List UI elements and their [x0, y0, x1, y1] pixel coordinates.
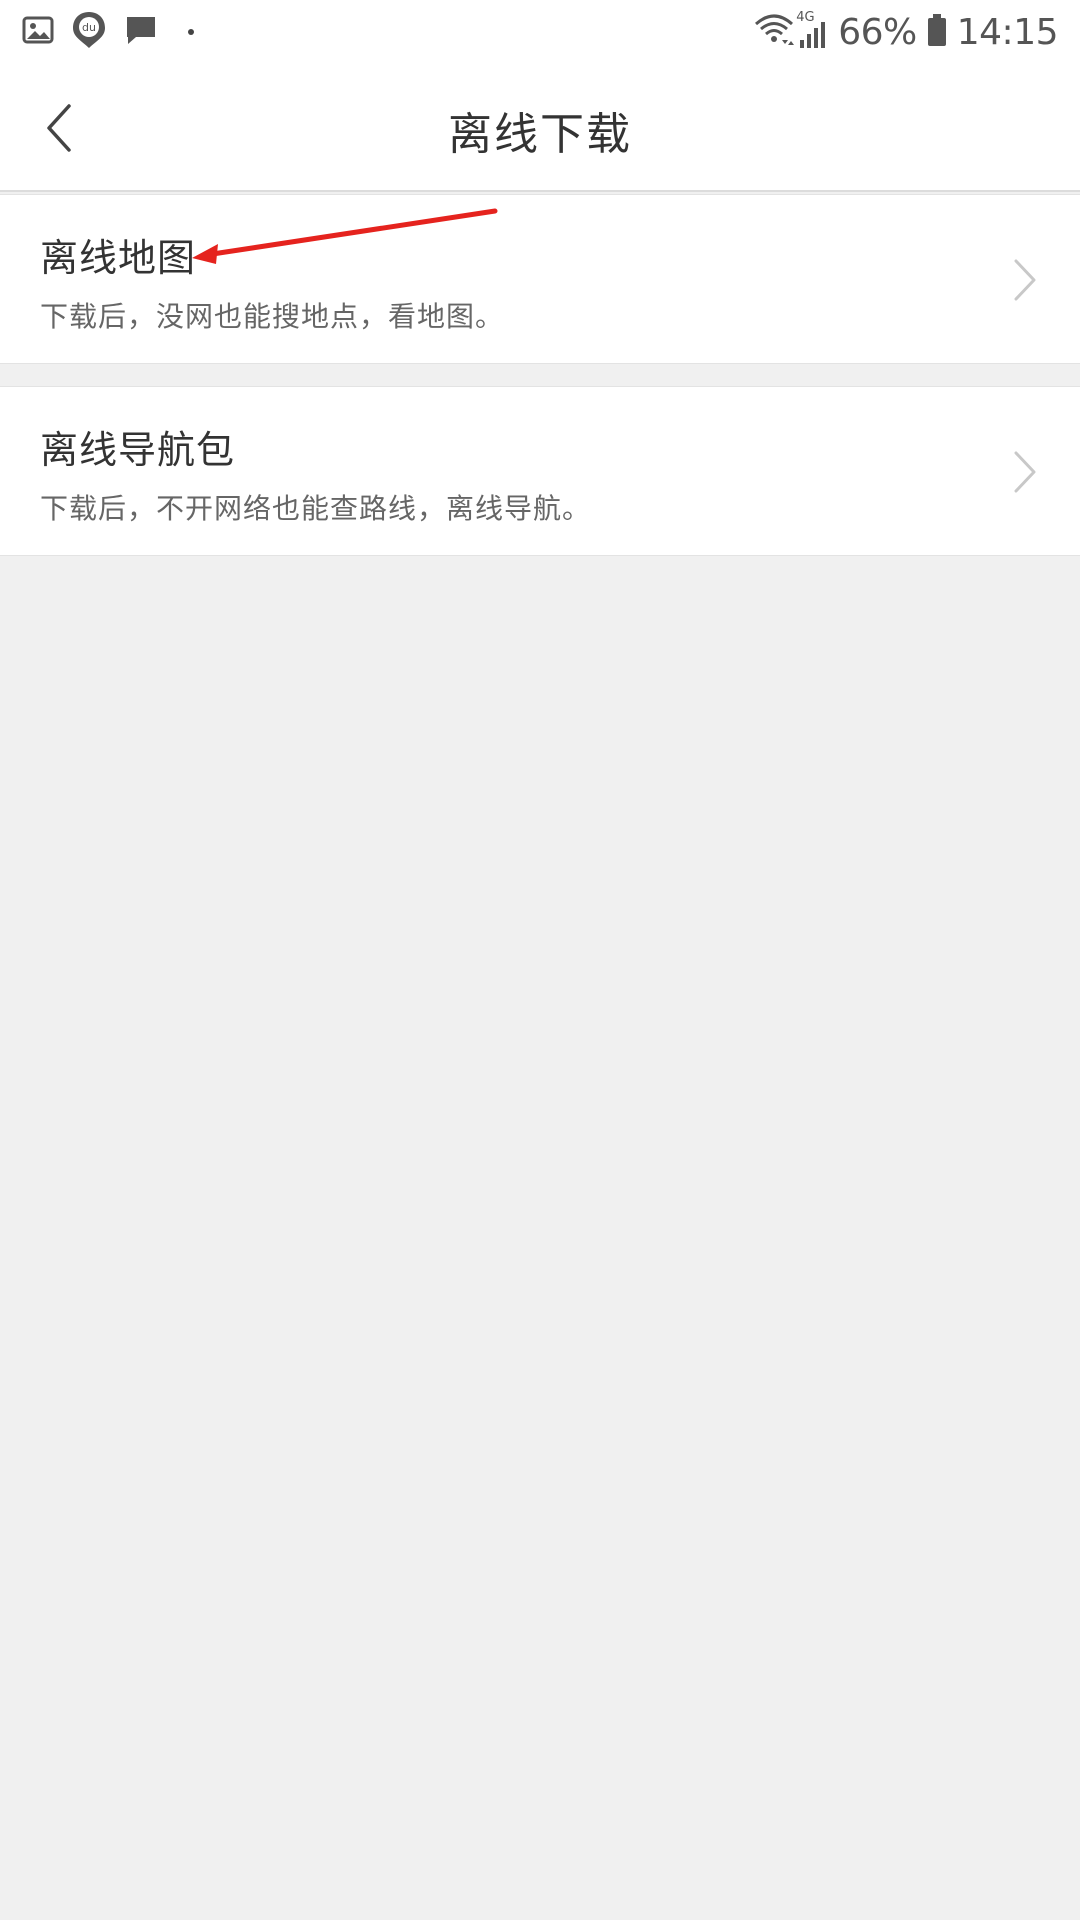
clock: 14:15 — [956, 11, 1059, 53]
app-header: 离线下载 — [0, 64, 1080, 192]
wifi-icon — [752, 12, 796, 52]
chevron-right-icon — [1014, 259, 1036, 301]
status-bar-notifications: du — [22, 12, 194, 52]
battery-icon — [927, 13, 947, 51]
message-icon — [124, 14, 158, 50]
offline-navigation-title: 离线导航包 — [40, 428, 236, 472]
page-title: 离线下载 — [448, 109, 632, 160]
status-bar-system: 4G 66% 14:15 — [752, 8, 1059, 56]
offline-navigation-description: 下载后，不开网络也能查路线，离线导航。 — [40, 492, 592, 525]
offline-map-description: 下载后，没网也能搜地点，看地图。 — [40, 300, 505, 333]
offline-map-item[interactable]: 离线地图 下载后，没网也能搜地点，看地图。 — [0, 194, 1080, 364]
offline-navigation-item[interactable]: 离线导航包 下载后，不开网络也能查路线，离线导航。 — [0, 386, 1080, 556]
gallery-icon — [22, 14, 54, 50]
offline-map-title: 离线地图 — [40, 236, 197, 280]
svg-text:du: du — [82, 21, 96, 34]
chevron-right-icon — [1014, 451, 1036, 493]
battery-percent: 66% — [838, 11, 917, 53]
dot-indicator — [188, 29, 194, 35]
cellular-signal-icon: 4G — [796, 10, 830, 52]
baidu-maps-icon: du — [70, 10, 108, 54]
status-bar: du 4G 66% 14:15 — [0, 0, 1080, 64]
